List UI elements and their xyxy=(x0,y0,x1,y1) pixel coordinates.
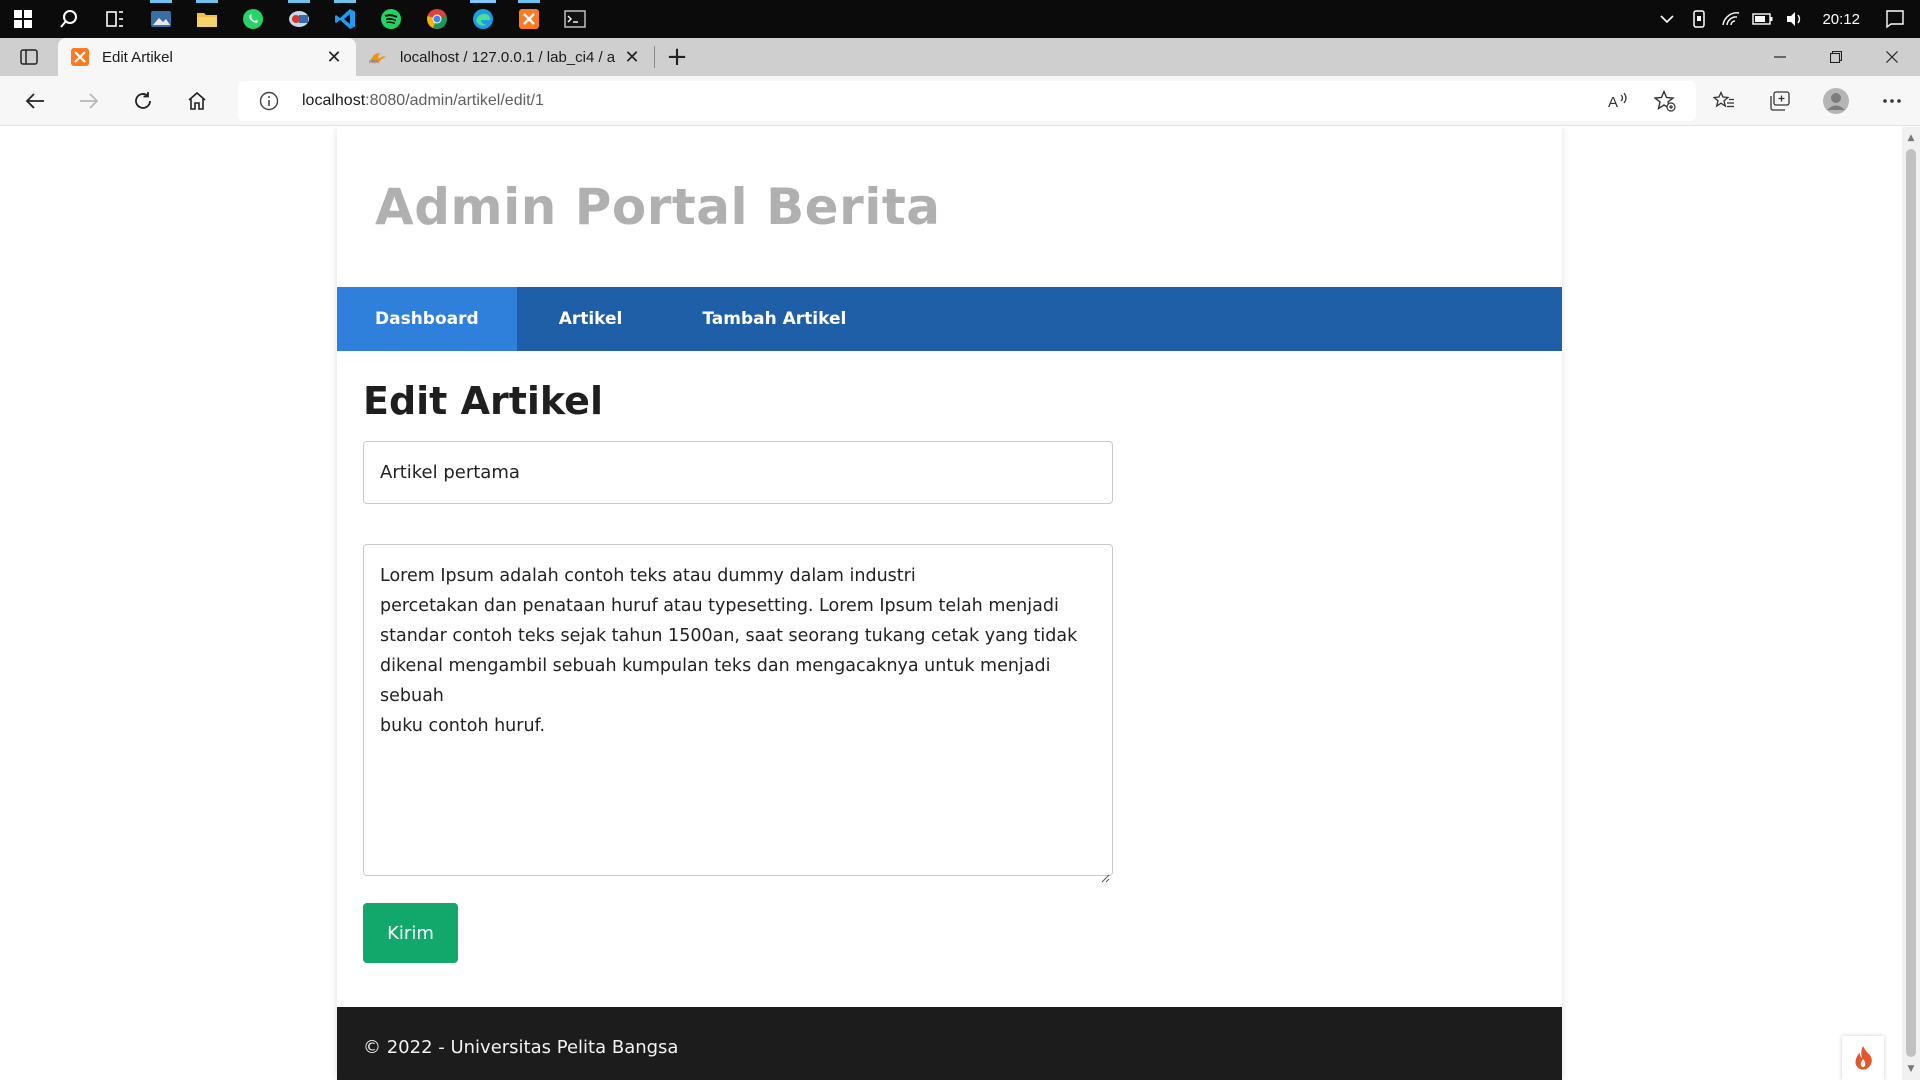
tab-phpmyadmin[interactable]: PMA localhost / 127.0.0.1 / lab_ci4 / a … xyxy=(356,38,654,76)
resize-grip-icon[interactable] xyxy=(1100,863,1110,883)
nav-tambah-artikel[interactable]: Tambah Artikel xyxy=(664,287,884,351)
close-tab-icon[interactable]: ✕ xyxy=(324,47,344,67)
nav-dashboard[interactable]: Dashboard xyxy=(337,287,517,351)
edge-icon[interactable] xyxy=(460,0,506,38)
volume-icon[interactable] xyxy=(1784,8,1806,30)
xampp-icon[interactable] xyxy=(506,0,552,38)
scroll-down-icon[interactable]: ▼ xyxy=(1902,1060,1920,1078)
forward-icon[interactable] xyxy=(62,76,116,126)
read-aloud-icon[interactable]: A xyxy=(1604,86,1634,116)
footer-text: © 2022 - Universitas Pelita Bangsa xyxy=(363,1036,679,1058)
chrome-icon[interactable] xyxy=(414,0,460,38)
page-title: Edit Artikel xyxy=(363,379,603,423)
whatsapp-icon[interactable] xyxy=(230,0,276,38)
close-tab-icon[interactable]: ✕ xyxy=(622,47,642,67)
page-container: Admin Portal Berita Dashboard Artikel Ta… xyxy=(337,127,1562,1080)
tab-title: Edit Artikel xyxy=(102,48,173,66)
site-header: Admin Portal Berita xyxy=(337,127,1562,287)
photos-icon[interactable] xyxy=(138,0,184,38)
windows-start-icon[interactable] xyxy=(0,0,46,38)
close-window-icon[interactable] xyxy=(1864,38,1920,76)
main-content: Edit Artikel Artikel pertama Lorem Ipsum… xyxy=(337,351,1562,991)
flame-widget-icon[interactable] xyxy=(1842,1036,1884,1080)
svg-text:A: A xyxy=(1608,94,1618,110)
reload-icon[interactable] xyxy=(116,76,170,126)
add-favorite-icon[interactable] xyxy=(1650,86,1680,116)
site-info-icon[interactable] xyxy=(254,86,284,116)
notifications-icon[interactable] xyxy=(1884,8,1906,30)
scroll-up-icon[interactable]: ▲ xyxy=(1902,129,1920,147)
tab-title: localhost / 127.0.0.1 / lab_ci4 / a xyxy=(400,48,616,66)
url-host: localhost xyxy=(302,91,366,109)
address-bar[interactable]: localhost:8080/admin/artikel/edit/1 A xyxy=(238,80,1696,121)
browser-toolbar: localhost:8080/admin/artikel/edit/1 A xyxy=(0,76,1920,126)
collections-icon[interactable] xyxy=(1752,76,1808,126)
more-options-icon[interactable] xyxy=(1864,76,1920,126)
judul-input[interactable]: Artikel pertama xyxy=(363,441,1113,504)
tab-edit-artikel[interactable]: Edit Artikel ✕ xyxy=(58,38,356,76)
back-icon[interactable] xyxy=(8,76,62,126)
battery-icon[interactable] xyxy=(1752,8,1774,30)
url-text[interactable]: localhost:8080/admin/artikel/edit/1 xyxy=(302,92,1604,110)
new-tab-icon[interactable]: + xyxy=(655,38,699,76)
xampp-favicon-icon xyxy=(70,47,90,67)
browser-tab-strip: Edit Artikel ✕ PMA localhost / 127.0.0.1… xyxy=(0,38,1920,76)
task-view-icon[interactable] xyxy=(92,0,138,38)
svg-text:PMA: PMA xyxy=(369,59,380,65)
spotify-icon[interactable] xyxy=(368,0,414,38)
site-title: Admin Portal Berita xyxy=(375,178,941,236)
url-path: :8080/admin/artikel/edit/1 xyxy=(365,91,544,109)
kirim-button[interactable]: Kirim xyxy=(363,903,458,963)
site-footer: © 2022 - Universitas Pelita Bangsa xyxy=(337,1007,1562,1080)
chevron-up-icon[interactable] xyxy=(1656,8,1678,30)
restore-icon[interactable] xyxy=(1808,38,1864,76)
nav-artikel[interactable]: Artikel xyxy=(517,287,665,351)
isi-text: Lorem Ipsum adalah contoh teks atau dumm… xyxy=(380,566,1078,736)
terminal-icon[interactable] xyxy=(552,0,598,38)
scrollbar-thumb[interactable] xyxy=(1906,149,1916,1057)
minimize-icon[interactable] xyxy=(1752,38,1808,76)
isi-textarea[interactable]: Lorem Ipsum adalah contoh teks atau dumm… xyxy=(363,544,1113,883)
page-viewport: Admin Portal Berita Dashboard Artikel Ta… xyxy=(0,127,1902,1080)
main-nav: Dashboard Artikel Tambah Artikel xyxy=(337,287,1562,351)
profile-avatar-icon[interactable] xyxy=(1808,76,1864,126)
device-icon[interactable] xyxy=(1688,8,1710,30)
vertical-scrollbar[interactable]: ▲ ▼ xyxy=(1902,127,1920,1080)
home-icon[interactable] xyxy=(170,76,224,126)
windows-taskbar: 20:12 xyxy=(0,0,1920,38)
phpmyadmin-favicon-icon: PMA xyxy=(368,47,388,67)
favorites-icon[interactable] xyxy=(1696,76,1752,126)
wifi-icon[interactable] xyxy=(1720,8,1742,30)
vscode-icon[interactable] xyxy=(322,0,368,38)
tab-actions-icon[interactable] xyxy=(0,38,58,76)
search-icon[interactable] xyxy=(46,0,92,38)
clock[interactable]: 20:12 xyxy=(1816,11,1874,28)
file-explorer-icon[interactable] xyxy=(184,0,230,38)
app-icon[interactable] xyxy=(276,0,322,38)
